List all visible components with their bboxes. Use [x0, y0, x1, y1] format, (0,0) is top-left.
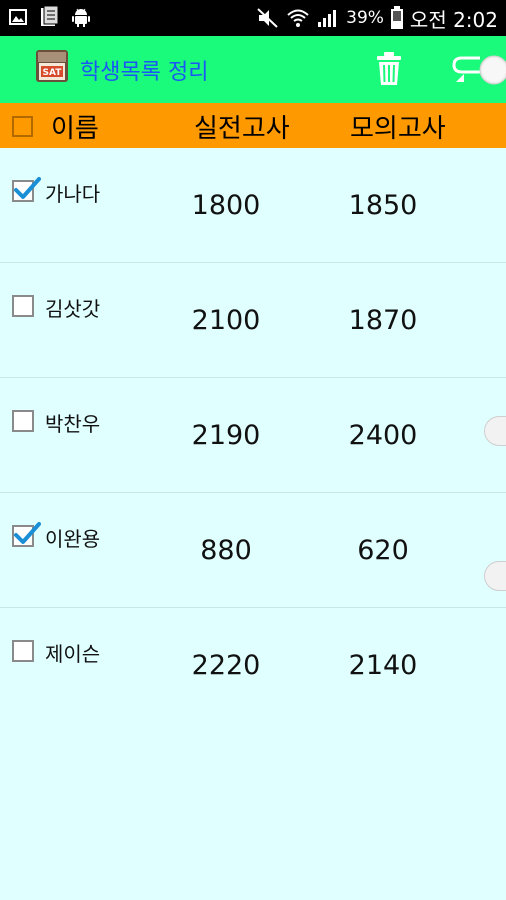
delete-button[interactable]: [374, 50, 404, 88]
trash-icon: [377, 52, 401, 85]
page-title: 학생목록 정리: [80, 60, 209, 85]
student-row[interactable]: 가나다 1800 1850: [0, 148, 506, 263]
score-mock: 2140: [348, 650, 418, 681]
student-name: 가나다: [45, 182, 101, 206]
header-score2: 모의고사: [350, 114, 446, 144]
row-checkbox[interactable]: [12, 295, 35, 318]
notification-icons: [8, 6, 92, 28]
score-mock: 2400: [348, 420, 418, 451]
student-row[interactable]: 이완용 880 620: [0, 493, 506, 608]
score-mock: 620: [357, 535, 409, 566]
student-name: 박찬우: [45, 412, 101, 436]
select-all-checkbox[interactable]: [12, 116, 33, 137]
row-checkbox[interactable]: [12, 177, 41, 203]
checkmark-icon: [14, 177, 41, 199]
student-name: 김삿갓: [45, 297, 101, 321]
checkmark-icon: [14, 522, 41, 544]
gallery-icon: [9, 9, 27, 25]
student-row[interactable]: 제이슨 2220 2140: [0, 608, 506, 723]
score-practice: 1800: [191, 190, 261, 221]
clock: 오전 2:02: [409, 7, 498, 32]
score-practice: 2190: [191, 420, 261, 451]
battery-percent: 39%: [346, 8, 384, 28]
wifi-icon: [287, 9, 309, 27]
checkbox-box: [12, 640, 34, 662]
android-icon: [72, 8, 90, 27]
student-row[interactable]: 김삿갓 2100 1870: [0, 263, 506, 378]
row-checkbox[interactable]: [12, 410, 35, 433]
header-name: 이름: [51, 114, 99, 144]
battery-icon: [390, 6, 403, 29]
app-icon-label: SAT: [43, 68, 63, 78]
score-practice: 2220: [191, 650, 261, 681]
student-name: 제이슨: [45, 642, 101, 666]
action-bar: SAT 학생목록 정리: [0, 36, 506, 103]
swipe-handle[interactable]: [484, 561, 506, 591]
system-indicators: 39% 오전 2:02: [256, 4, 498, 32]
document-icon: [41, 6, 59, 26]
score-practice: 2100: [191, 305, 261, 336]
student-name: 이완용: [45, 527, 101, 551]
signal-icon: [318, 10, 337, 27]
student-row[interactable]: 박찬우 2190 2400: [0, 378, 506, 493]
score-mock: 1870: [348, 305, 418, 336]
score-practice: 880: [200, 535, 252, 566]
row-checkbox[interactable]: [12, 640, 35, 663]
score-mock: 1850: [348, 190, 418, 221]
undo-toggle-button[interactable]: [450, 52, 506, 88]
checkbox-box: [12, 295, 34, 317]
checkbox-box: [12, 410, 34, 432]
return-icon: [452, 55, 506, 85]
app-icon: SAT: [36, 50, 68, 82]
row-checkbox[interactable]: [12, 522, 41, 548]
header-score1: 실전고사: [194, 114, 290, 144]
status-bar: 39% 오전 2:02: [0, 0, 506, 36]
swipe-handle[interactable]: [484, 416, 506, 446]
mute-icon: [257, 8, 278, 28]
